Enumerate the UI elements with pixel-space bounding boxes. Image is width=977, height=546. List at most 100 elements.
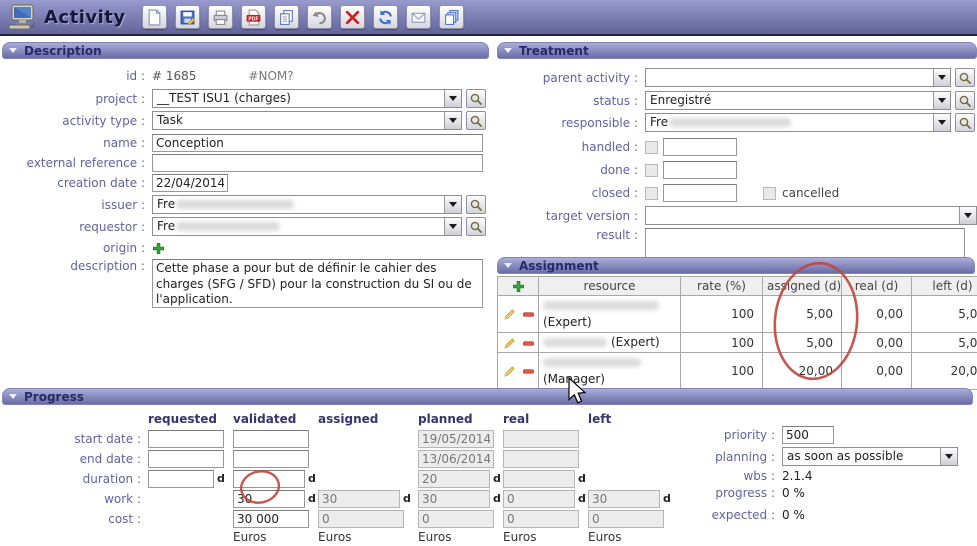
- cost-assigned-field: [318, 510, 404, 528]
- chevron-down-icon[interactable]: [444, 218, 461, 235]
- status-lookup-button[interactable]: [955, 91, 975, 110]
- done-date-input[interactable]: [663, 161, 737, 179]
- add-assignment-button[interactable]: [498, 277, 539, 296]
- treatment-panel: Treatment parent activity : status : Enr…: [497, 42, 977, 260]
- undo-button[interactable]: [307, 5, 332, 29]
- priority-label: priority :: [622, 428, 782, 442]
- responsible-lookup-button[interactable]: [955, 113, 975, 132]
- chevron-down-icon[interactable]: [444, 112, 461, 129]
- parent-activity-select[interactable]: [645, 68, 951, 87]
- redacted-text: [176, 222, 280, 231]
- end-date-requested-input[interactable]: [148, 450, 224, 468]
- edit-pencil-icon[interactable]: [503, 365, 516, 378]
- progress-summary: priority : planning : as soon as possibl…: [622, 426, 977, 525]
- description-textarea[interactable]: Cette phase a pour but de définir le cah…: [152, 259, 483, 308]
- requestor-select[interactable]: Fre: [152, 217, 462, 236]
- closed-date-input[interactable]: [663, 184, 737, 202]
- collapse-icon: [9, 394, 17, 399]
- assignment-panel-header[interactable]: Assignment: [497, 257, 975, 274]
- column-header-real: real: [503, 412, 588, 426]
- expected-label: expected :: [622, 508, 782, 522]
- new-button[interactable]: [142, 5, 167, 29]
- currency-label: Euros: [588, 530, 673, 544]
- page-title: Activity: [44, 7, 126, 28]
- target-version-select[interactable]: [645, 206, 977, 225]
- cost-validated-input[interactable]: [233, 510, 309, 528]
- project-lookup-button[interactable]: [466, 89, 486, 108]
- chevron-down-icon[interactable]: [444, 196, 461, 213]
- duration-validated-input[interactable]: [233, 470, 305, 488]
- chevron-down-icon[interactable]: [933, 92, 950, 109]
- id-value: # 1685: [152, 69, 196, 83]
- cost-real-field: [503, 510, 579, 528]
- closed-label: closed :: [497, 186, 645, 200]
- duration-requested-input[interactable]: [148, 470, 214, 488]
- expected-value: 0 %: [782, 508, 805, 522]
- print-button[interactable]: [208, 5, 233, 29]
- name-input[interactable]: [152, 134, 483, 152]
- status-label: status :: [497, 94, 645, 108]
- mail-envelope-icon: [410, 9, 427, 26]
- edit-pencil-icon[interactable]: [503, 308, 516, 321]
- mail-button[interactable]: [406, 5, 431, 29]
- chevron-down-icon[interactable]: [959, 207, 976, 224]
- description-label: description :: [2, 259, 152, 273]
- remove-minus-icon[interactable]: [522, 308, 535, 321]
- assignment-table: resource rate (%) assigned (d) real (d) …: [497, 276, 977, 390]
- refresh-button[interactable]: [373, 5, 398, 29]
- table-row: (Expert) 100 5,00 0,00 5,00: [498, 333, 977, 353]
- requestor-lookup-button[interactable]: [466, 217, 486, 236]
- plus-icon: [512, 280, 525, 293]
- issuer-select[interactable]: Fre: [152, 195, 462, 214]
- remove-minus-icon[interactable]: [522, 365, 535, 378]
- chevron-down-icon[interactable]: [933, 114, 950, 131]
- description-panel-header[interactable]: Description: [2, 42, 489, 59]
- id-nom-error: #NOM?: [248, 69, 293, 83]
- description-panel: Description id : # 1685 #NOM? project : …: [2, 42, 489, 308]
- treatment-panel-header[interactable]: Treatment: [497, 42, 977, 59]
- progress-value: 0 %: [782, 486, 805, 500]
- cancelled-checkbox[interactable]: [763, 187, 776, 200]
- external-reference-input[interactable]: [152, 154, 483, 172]
- column-header-real: real (d): [842, 277, 912, 296]
- chevron-down-icon[interactable]: [933, 69, 950, 86]
- duration-real-field: [503, 470, 575, 488]
- pdf-export-button[interactable]: PDF: [241, 5, 266, 29]
- done-checkbox[interactable]: [645, 164, 658, 177]
- delete-button[interactable]: [340, 5, 365, 29]
- redacted-text: [669, 118, 791, 127]
- result-textarea[interactable]: [645, 228, 965, 260]
- start-date-planned-field: [418, 430, 494, 448]
- edit-pencil-icon[interactable]: [503, 337, 516, 350]
- handled-checkbox[interactable]: [645, 141, 658, 154]
- start-date-requested-input[interactable]: [148, 430, 224, 448]
- magnifier-icon: [469, 220, 483, 234]
- activity-type-lookup-button[interactable]: [466, 111, 486, 130]
- save-button[interactable]: [175, 5, 200, 29]
- copy-button[interactable]: [274, 5, 299, 29]
- start-date-validated-input[interactable]: [233, 430, 309, 448]
- creation-date-input[interactable]: [152, 174, 228, 192]
- add-origin-button[interactable]: [152, 242, 165, 255]
- planning-select[interactable]: as soon as possible: [782, 447, 958, 466]
- work-validated-input[interactable]: [233, 490, 305, 508]
- magnifier-icon: [469, 114, 483, 128]
- end-date-validated-input[interactable]: [233, 450, 309, 468]
- progress-panel-header[interactable]: Progress: [2, 388, 973, 405]
- progress-panel: Progress requested validated assigned pl…: [2, 388, 975, 546]
- parent-activity-lookup-button[interactable]: [955, 68, 975, 87]
- priority-input[interactable]: [782, 426, 834, 444]
- chevron-down-icon[interactable]: [940, 448, 957, 465]
- status-select[interactable]: Enregistré: [645, 91, 951, 110]
- remove-minus-icon[interactable]: [522, 337, 535, 350]
- work-planned-field: [418, 490, 490, 508]
- issuer-lookup-button[interactable]: [466, 195, 486, 214]
- responsible-select[interactable]: Fre: [645, 113, 951, 132]
- activity-type-select[interactable]: Task: [152, 111, 462, 130]
- closed-checkbox[interactable]: [645, 187, 658, 200]
- project-select[interactable]: __TEST ISU1 (charges): [152, 89, 462, 108]
- clone-button[interactable]: [439, 5, 464, 29]
- handled-date-input[interactable]: [663, 138, 737, 156]
- chevron-down-icon[interactable]: [444, 90, 461, 107]
- redacted-text: [176, 200, 294, 209]
